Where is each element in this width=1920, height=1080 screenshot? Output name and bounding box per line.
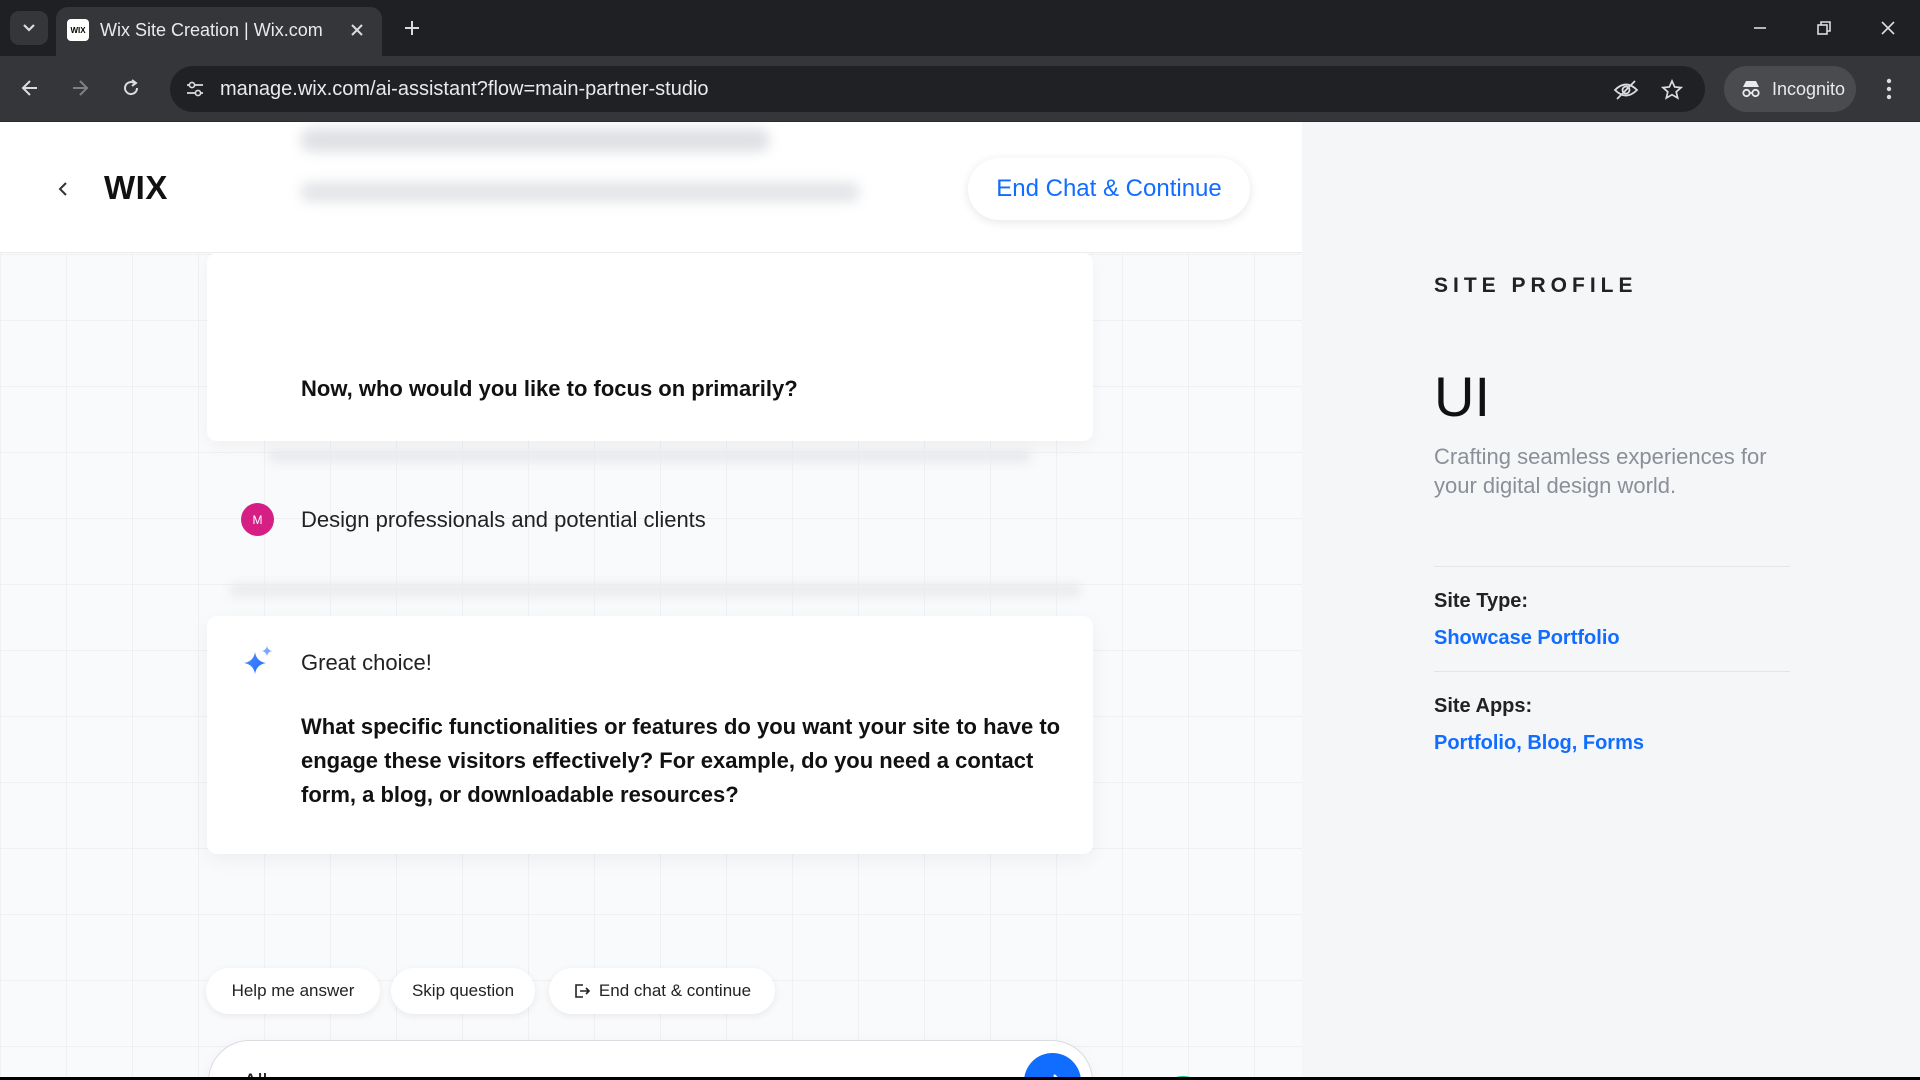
minimize-icon — [1754, 27, 1766, 29]
end-chat-chip-label: End chat & continue — [598, 981, 752, 1000]
forward-button[interactable] — [62, 70, 98, 106]
browser-menu-button[interactable] — [1876, 74, 1902, 104]
assistant-ack-text: Great choice! — [301, 650, 432, 675]
message-input[interactable] — [243, 1063, 1003, 1077]
site-apps-value[interactable]: Portfolio, Blog, Forms — [1434, 732, 1644, 755]
restore-icon — [1817, 21, 1831, 35]
divider — [1434, 566, 1790, 567]
chat-area: Now, who would you like to focus on prim… — [0, 122, 1302, 1077]
new-tab-button[interactable] — [395, 11, 429, 45]
user-message: M Design professionals and potential cli… — [207, 467, 1093, 577]
minimize-button[interactable] — [1738, 8, 1782, 48]
reload-icon — [124, 79, 139, 96]
site-apps-label: Site Apps: — [1434, 695, 1533, 717]
sparkle-icon — [244, 646, 272, 674]
star-icon — [1661, 79, 1683, 100]
tab-close-button[interactable] — [344, 17, 370, 43]
tracking-protection-button[interactable] — [1612, 76, 1640, 104]
browser-tab-bar: WIX Wix Site Creation | Wix.com — [0, 0, 1920, 56]
back-button[interactable] — [52, 174, 74, 204]
site-profile-panel: SITE PROFILE UI Crafting seamless experi… — [1302, 122, 1920, 1077]
more-vert-icon — [1886, 78, 1892, 100]
site-info-button[interactable] — [182, 77, 208, 101]
reload-button[interactable] — [113, 70, 149, 106]
eye-off-icon — [1613, 80, 1639, 100]
site-type-label: Site Type: — [1434, 590, 1529, 612]
arrow-left-icon — [21, 80, 37, 96]
restore-button[interactable] — [1802, 8, 1846, 48]
page: Now, who would you like to focus on prim… — [0, 122, 1920, 1077]
window-close-button[interactable] — [1866, 8, 1910, 48]
end-chat-continue-chip[interactable]: End chat & continue — [549, 968, 775, 1014]
site-name: UI — [1434, 365, 1490, 428]
incognito-label: Incognito — [1772, 78, 1846, 99]
wix-logo: WIX — [104, 169, 168, 206]
back-button[interactable] — [12, 70, 48, 106]
plus-icon — [405, 21, 419, 35]
incognito-icon — [1742, 81, 1760, 98]
wix-favicon-icon: WIX — [67, 19, 89, 41]
tune-icon — [187, 81, 203, 97]
close-icon — [351, 24, 363, 36]
url-text: manage.wix.com/ai-assistant?flow=main-pa… — [220, 78, 709, 100]
previous-question-text: Now, who would you like to focus on prim… — [301, 376, 798, 401]
message-input-container — [208, 1040, 1093, 1077]
skip-question-label: Skip question — [411, 981, 515, 1000]
arrow-right-icon — [1052, 1073, 1058, 1077]
tab-search-button[interactable] — [10, 11, 48, 45]
screen: WIX Wix Site Creation | Wix.com manage.w… — [0, 0, 1920, 1080]
blurred-text — [300, 128, 770, 152]
site-profile-heading: SITE PROFILE — [1434, 274, 1638, 297]
avatar: M — [241, 503, 274, 536]
assistant-message-card: Great choice! What specific functionalit… — [207, 616, 1093, 854]
skip-question-button[interactable]: Skip question — [391, 968, 535, 1014]
assistant-question-text: What specific functionalities or feature… — [301, 714, 1061, 807]
user-message-text: Design professionals and potential clien… — [301, 507, 706, 532]
arrow-right-icon — [73, 80, 89, 96]
chevron-down-icon — [23, 24, 35, 32]
close-icon — [1881, 21, 1895, 35]
browser-tab[interactable]: WIX Wix Site Creation | Wix.com — [56, 7, 382, 56]
site-tagline: Crafting seamless experiences for your d… — [1434, 444, 1767, 498]
help-me-answer-label: Help me answer — [231, 981, 355, 1000]
blurred-divider — [270, 450, 1030, 462]
chevron-left-icon — [58, 182, 67, 196]
chat-header: WIX End Chat & Continue — [0, 122, 1302, 253]
blurred-text — [300, 182, 860, 202]
incognito-indicator[interactable]: Incognito — [1724, 66, 1856, 112]
site-type-value[interactable]: Showcase Portfolio — [1434, 627, 1620, 650]
bookmark-button[interactable] — [1658, 76, 1686, 104]
send-button[interactable] — [1024, 1053, 1081, 1077]
address-bar[interactable]: manage.wix.com/ai-assistant?flow=main-pa… — [170, 66, 1705, 112]
end-chat-continue-button[interactable]: End Chat & Continue — [968, 158, 1250, 220]
exit-icon — [575, 984, 591, 998]
tab-title: Wix Site Creation | Wix.com — [100, 20, 323, 40]
divider — [1434, 671, 1790, 672]
browser-toolbar: manage.wix.com/ai-assistant?flow=main-pa… — [0, 56, 1920, 122]
grammarly-button[interactable] — [1157, 1076, 1209, 1077]
help-me-answer-button[interactable]: Help me answer — [206, 968, 380, 1014]
blurred-divider — [230, 584, 1080, 596]
previous-question-card: Now, who would you like to focus on prim… — [207, 253, 1093, 441]
